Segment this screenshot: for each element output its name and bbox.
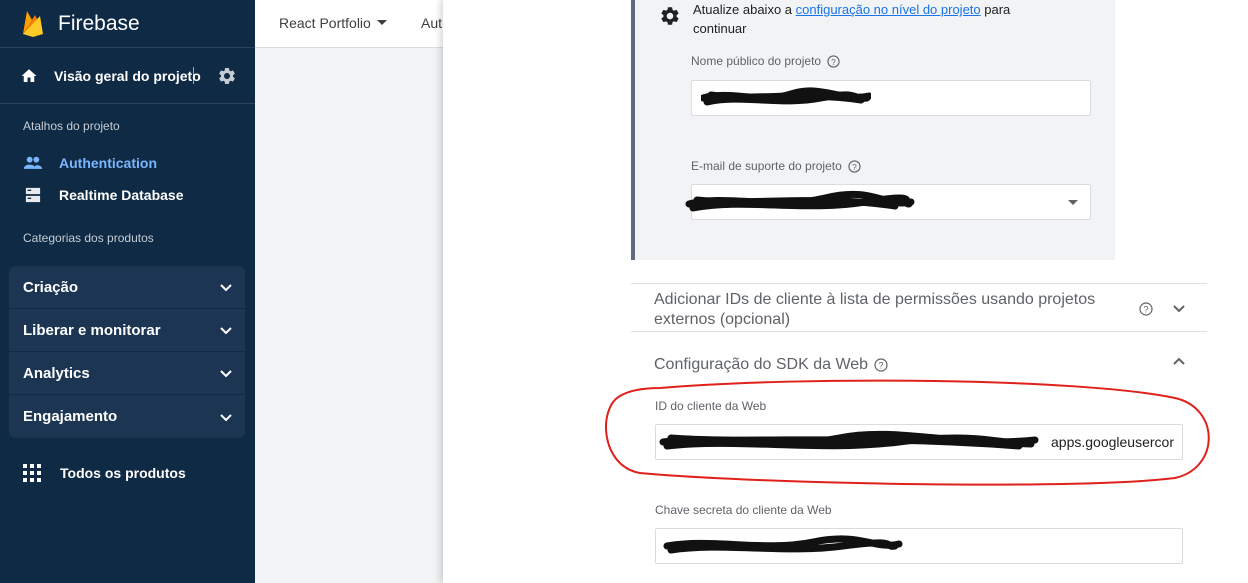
allowlist-title: Adicionar IDs de cliente à lista de perm… (654, 291, 1096, 328)
project-config-link[interactable]: configuração no nível do projeto (796, 2, 981, 17)
chevron-up-icon[interactable] (1172, 356, 1186, 366)
database-icon (25, 187, 41, 203)
support-email-label: E-mail de suporte do projeto ? (691, 159, 861, 173)
web-sdk-title: Configuração do SDK da Web ? (654, 355, 888, 375)
category-release-monitor[interactable]: Liberar e monitorar (9, 309, 245, 352)
sidebar-item-authentication[interactable]: Authentication (0, 151, 157, 175)
client-id-label-text: ID do cliente da Web (655, 399, 767, 413)
client-id-visible-text: apps.googleusercor (1051, 434, 1174, 450)
shortcuts-section-title: Atalhos do projeto (23, 119, 120, 133)
help-icon[interactable]: ? (827, 54, 840, 68)
notice-text: Atualize abaixo a configuração no nível … (693, 0, 1053, 38)
svg-text:?: ? (879, 361, 884, 371)
apps-grid-icon (23, 464, 41, 482)
allowlist-accordion[interactable]: Adicionar IDs de cliente à lista de perm… (631, 283, 1207, 332)
all-products-label: Todos os produtos (60, 465, 186, 481)
category-label: Engajamento (23, 408, 118, 425)
project-config-notice: Atualize abaixo a configuração no nível … (631, 0, 1115, 260)
overview-separator (193, 67, 194, 84)
help-icon[interactable]: ? (1139, 302, 1153, 316)
chevron-down-icon (220, 370, 232, 378)
chevron-down-icon[interactable] (1172, 304, 1186, 314)
project-selector[interactable]: React Portfolio (279, 15, 387, 31)
oauth-client-panel: Atualize abaixo a configuração no nível … (443, 0, 1248, 583)
web-sdk-title-text: Configuração do SDK da Web (654, 356, 869, 373)
home-icon (21, 68, 37, 82)
sidebar: Firebase Visão geral do projeto Atalhos … (0, 0, 255, 583)
help-icon[interactable]: ? (848, 159, 861, 173)
all-products-link[interactable]: Todos os produtos (23, 464, 186, 482)
client-secret-label: Chave secreta do cliente da Web (655, 503, 832, 517)
caret-down-icon (376, 20, 387, 25)
notice-prefix: Atualize abaixo a (693, 2, 796, 17)
product-category-groups: Criação Liberar e monitorar Analytics En… (9, 266, 245, 438)
category-engagement[interactable]: Engajamento (9, 395, 245, 438)
chevron-down-icon (220, 327, 232, 335)
settings-gear-icon[interactable] (217, 66, 237, 86)
sidebar-item-label: Realtime Database (59, 187, 184, 203)
svg-text:?: ? (1143, 305, 1148, 315)
redaction-scribble (685, 190, 915, 212)
web-sdk-config-accordion[interactable]: Configuração do SDK da Web ? (631, 331, 1207, 391)
sidebar-item-label: Authentication (59, 155, 157, 171)
redaction-scribble (701, 87, 871, 106)
project-overview-label: Visão geral do projeto (54, 67, 201, 84)
category-label: Liberar e monitorar (23, 321, 161, 339)
categories-section-title: Categorias dos produtos (23, 231, 154, 245)
redaction-scribble (663, 535, 903, 554)
public-name-label-text: Nome público do projeto (691, 54, 822, 68)
chevron-down-icon (220, 413, 232, 421)
project-name: React Portfolio (279, 15, 371, 31)
redaction-scribble (659, 430, 1039, 450)
svg-text:?: ? (831, 56, 836, 66)
sidebar-header: Firebase (0, 0, 255, 48)
firebase-logo-icon[interactable] (22, 10, 44, 38)
people-icon (23, 156, 43, 169)
settings-gear-icon (661, 7, 679, 25)
category-label: Analytics (23, 364, 90, 382)
help-icon[interactable]: ? (874, 358, 888, 372)
support-email-label-text: E-mail de suporte do projeto (691, 159, 842, 173)
tab-authentication[interactable]: Aut (421, 15, 442, 31)
brand-name[interactable]: Firebase (58, 12, 140, 36)
caret-down-icon (1068, 200, 1078, 205)
client-id-label: ID do cliente da Web (655, 399, 766, 413)
sidebar-item-realtime-database[interactable]: Realtime Database (0, 183, 184, 207)
svg-text:?: ? (852, 161, 857, 171)
public-name-label: Nome público do projeto ? (691, 54, 840, 68)
category-analytics[interactable]: Analytics (9, 352, 245, 395)
project-overview[interactable]: Visão geral do projeto (0, 48, 255, 104)
client-secret-label-text: Chave secreta do cliente da Web (655, 503, 832, 517)
chevron-down-icon (220, 284, 232, 292)
category-label: Criação (23, 278, 79, 296)
category-build[interactable]: Criação (9, 266, 245, 309)
